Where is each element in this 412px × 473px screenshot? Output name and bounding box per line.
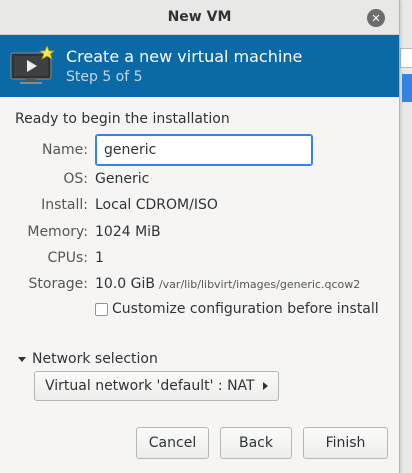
background-field [400, 48, 412, 68]
storage-label: Storage: [28, 276, 89, 293]
background-selection [402, 74, 412, 102]
network-select-button[interactable]: Virtual network 'default' : NAT [34, 371, 279, 402]
titlebar: New VM ✕ [0, 0, 399, 35]
storage-size: 10.0 GiB [95, 276, 155, 293]
network-section: Network selection Virtual network 'defau… [15, 351, 384, 402]
memory-label: Memory: [27, 223, 88, 240]
expander-triangle-icon [18, 356, 26, 362]
cancel-button[interactable]: Cancel [136, 427, 209, 459]
arrow-right-icon [262, 382, 268, 391]
vm-monitor-icon [10, 45, 56, 86]
install-value: Local CDROM/ISO [95, 197, 218, 214]
customize-label[interactable]: Customize configuration before install [112, 301, 379, 317]
wizard-banner: Create a new virtual machine Step 5 of 5 [0, 35, 399, 97]
name-label: Name: [41, 141, 88, 158]
customize-checkbox[interactable] [95, 302, 108, 316]
network-expander[interactable]: Network selection [15, 351, 384, 367]
memory-value: 1024 MiB [95, 223, 161, 240]
cpus-value: 1 [95, 250, 104, 267]
banner-title: Create a new virtual machine [66, 47, 303, 66]
back-button[interactable]: Back [220, 427, 292, 459]
install-label: Install: [41, 197, 88, 214]
finish-button[interactable]: Finish [303, 427, 388, 459]
customize-checkbox-row[interactable]: Customize configuration before install [95, 301, 384, 317]
close-icon[interactable]: ✕ [367, 9, 385, 27]
cpus-label: CPUs: [47, 250, 88, 267]
new-vm-dialog: New VM ✕ Create a new virtual machine St… [0, 0, 400, 473]
window-title: New VM [167, 9, 232, 25]
os-label: OS: [63, 171, 88, 188]
ready-heading: Ready to begin the installation [15, 111, 230, 127]
os-value: Generic [95, 171, 150, 188]
name-input[interactable] [95, 133, 313, 166]
banner-step: Step 5 of 5 [66, 69, 143, 85]
network-heading: Network selection [32, 351, 158, 368]
network-selected-value: Virtual network 'default' : NAT [45, 378, 255, 395]
storage-path: /var/lib/libvirt/images/generic.qcow2 [158, 277, 361, 291]
